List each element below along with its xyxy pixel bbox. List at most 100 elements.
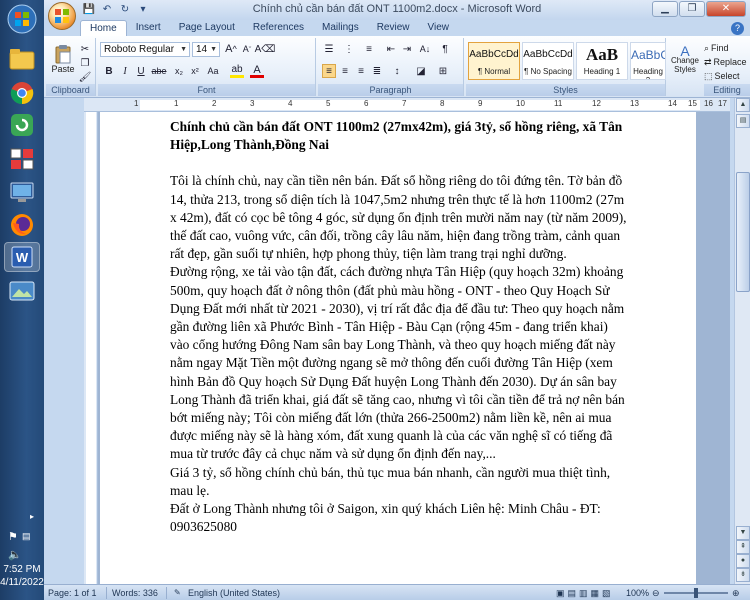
network-icon[interactable]: ▤: [22, 531, 31, 542]
tab-insert[interactable]: Insert: [127, 20, 170, 36]
taskbar-explorer[interactable]: [4, 44, 40, 74]
paragraph-1: Tôi là chính chủ, nay cần tiền nên bán. …: [170, 173, 627, 262]
clock-date: 4/11/2022: [0, 577, 44, 588]
document-page[interactable]: Chính chủ cần bán đất ONT 1100m2 (27mx42…: [100, 112, 696, 584]
copy-icon[interactable]: ❐: [78, 56, 92, 70]
ruler-number: 1: [134, 99, 139, 108]
vertical-scrollbar[interactable]: ▲ ▤ ▼ ⇞ ● ⇟: [734, 98, 750, 584]
multilevel-list-icon[interactable]: ≡: [362, 42, 376, 56]
style-no-spacing[interactable]: AaBbCcDd ¶ No Spacing: [522, 42, 574, 80]
scroll-thumb[interactable]: [736, 172, 750, 292]
tab-mailings[interactable]: Mailings: [313, 20, 368, 36]
previous-page-icon[interactable]: ⇞: [736, 540, 750, 554]
zoom-level[interactable]: 100%: [626, 587, 649, 599]
sort-icon[interactable]: A↓: [418, 42, 432, 56]
change-case-icon[interactable]: Aa: [206, 64, 220, 78]
zoom-out-icon[interactable]: ⊖: [652, 587, 660, 599]
ruler-number: 12: [592, 99, 601, 108]
font-color-icon[interactable]: A: [250, 64, 264, 78]
office-button[interactable]: [48, 2, 76, 30]
ruler-number: 4: [288, 99, 293, 108]
view-buttons[interactable]: ▣▤▥▦▧: [556, 587, 614, 599]
paste-button[interactable]: Paste: [50, 40, 76, 78]
start-button[interactable]: [4, 4, 40, 34]
scroll-up-icon[interactable]: ▲: [736, 98, 750, 112]
borders-icon[interactable]: ⊞: [436, 64, 450, 78]
volume-icon[interactable]: 🔈: [8, 548, 22, 561]
page-count[interactable]: Page: 1 of 1: [48, 587, 97, 599]
decrease-indent-icon[interactable]: ⇤: [384, 42, 398, 56]
highlight-icon[interactable]: ab: [230, 64, 244, 78]
scroll-down-icon[interactable]: ▼: [736, 526, 750, 540]
cut-icon[interactable]: ✂: [78, 42, 92, 56]
tab-home[interactable]: Home: [80, 20, 127, 36]
paragraph-4: Đất ở Long Thành nhưng tôi ở Saigon, xin…: [170, 501, 601, 535]
maximize-button[interactable]: ❐: [679, 1, 705, 17]
shrink-font-icon[interactable]: Aˇ: [240, 42, 254, 56]
increase-indent-icon[interactable]: ⇥: [400, 42, 414, 56]
font-size-select[interactable]: 14 ▼: [192, 42, 220, 57]
ruler-number: 6: [364, 99, 369, 108]
align-left-icon[interactable]: ≡: [322, 64, 336, 78]
taskbar-chrome[interactable]: [4, 78, 40, 108]
vertical-ruler[interactable]: [84, 112, 98, 584]
bullets-icon[interactable]: ☰: [322, 42, 336, 56]
proofing-icon[interactable]: ✎: [174, 587, 181, 599]
style-heading-2[interactable]: AaBbCc Heading 2: [630, 42, 666, 80]
style-heading-1[interactable]: AaB Heading 1: [576, 42, 628, 80]
ruler-text-area: [86, 112, 96, 584]
ribbon-tabs: Home Insert Page Layout References Maili…: [44, 20, 750, 36]
replace-label: Replace: [713, 57, 747, 67]
tab-references[interactable]: References: [244, 20, 313, 36]
next-page-icon[interactable]: ⇟: [736, 568, 750, 582]
tray-expand-icon[interactable]: ▸: [30, 512, 34, 521]
bold-icon[interactable]: B: [102, 64, 116, 78]
change-styles-button[interactable]: A Change Styles: [668, 40, 702, 80]
minimize-button[interactable]: ▁: [652, 1, 678, 17]
taskbar-clock[interactable]: 7:52 PM 4/11/2022: [0, 563, 44, 589]
italic-icon[interactable]: I: [118, 64, 132, 78]
underline-icon[interactable]: U: [134, 64, 148, 78]
tab-page-layout[interactable]: Page Layout: [170, 20, 244, 36]
clear-formatting-icon[interactable]: A⌫: [255, 42, 276, 56]
taskbar-image-viewer[interactable]: [4, 276, 40, 306]
tab-review[interactable]: Review: [368, 20, 419, 36]
taskbar-app-green[interactable]: [4, 110, 40, 140]
language[interactable]: English (United States): [188, 587, 280, 599]
view-ruler-icon[interactable]: ▤: [736, 114, 750, 128]
flag-icon[interactable]: ⚑: [8, 530, 18, 543]
horizontal-ruler[interactable]: 1 1 2 3 4 5 6 7 8 9 10 11 12 13 14 15 16…: [84, 98, 730, 112]
strikethrough-icon[interactable]: abe: [151, 64, 166, 78]
subscript-icon[interactable]: x₂: [172, 64, 186, 78]
taskbar-app-unikey[interactable]: [4, 144, 40, 174]
document-area[interactable]: Chính chủ cần bán đất ONT 1100m2 (27mx42…: [98, 112, 730, 584]
ruler-number: 13: [630, 99, 639, 108]
superscript-icon[interactable]: x²: [188, 64, 202, 78]
numbering-icon[interactable]: ⋮: [342, 42, 356, 56]
grow-font-icon[interactable]: A ^: [224, 42, 238, 56]
help-icon[interactable]: ?: [731, 22, 744, 35]
justify-icon[interactable]: ≣: [370, 64, 384, 78]
taskbar-word[interactable]: W: [4, 242, 40, 272]
font-family-select[interactable]: Roboto Regular ▼: [100, 42, 190, 57]
show-formatting-icon[interactable]: ¶: [438, 42, 452, 56]
image-viewer-icon: [9, 281, 35, 301]
tab-view[interactable]: View: [419, 20, 459, 36]
taskbar-firefox[interactable]: [4, 210, 40, 240]
align-center-icon[interactable]: ≡: [338, 64, 352, 78]
shading-icon[interactable]: ◪: [414, 64, 428, 78]
format-painter-icon[interactable]: 🖌: [78, 70, 92, 84]
taskbar-computer[interactable]: [4, 178, 40, 208]
close-button[interactable]: ✕: [706, 1, 746, 17]
select-button[interactable]: ⬚ Select: [704, 68, 750, 84]
style-normal[interactable]: AaBbCcDd ¶ Normal: [468, 42, 520, 80]
browse-object-icon[interactable]: ●: [736, 554, 750, 568]
zoom-in-icon[interactable]: ⊕: [732, 587, 740, 599]
ruler-number: 3: [250, 99, 255, 108]
align-right-icon[interactable]: ≡: [354, 64, 368, 78]
word-count[interactable]: Words: 336: [112, 587, 158, 599]
line-spacing-icon[interactable]: ↕: [390, 64, 404, 78]
zoom-slider-thumb[interactable]: [694, 588, 698, 598]
style-name: Heading 2: [633, 67, 663, 79]
document-content[interactable]: Chính chủ cần bán đất ONT 1100m2 (27mx42…: [170, 118, 628, 536]
